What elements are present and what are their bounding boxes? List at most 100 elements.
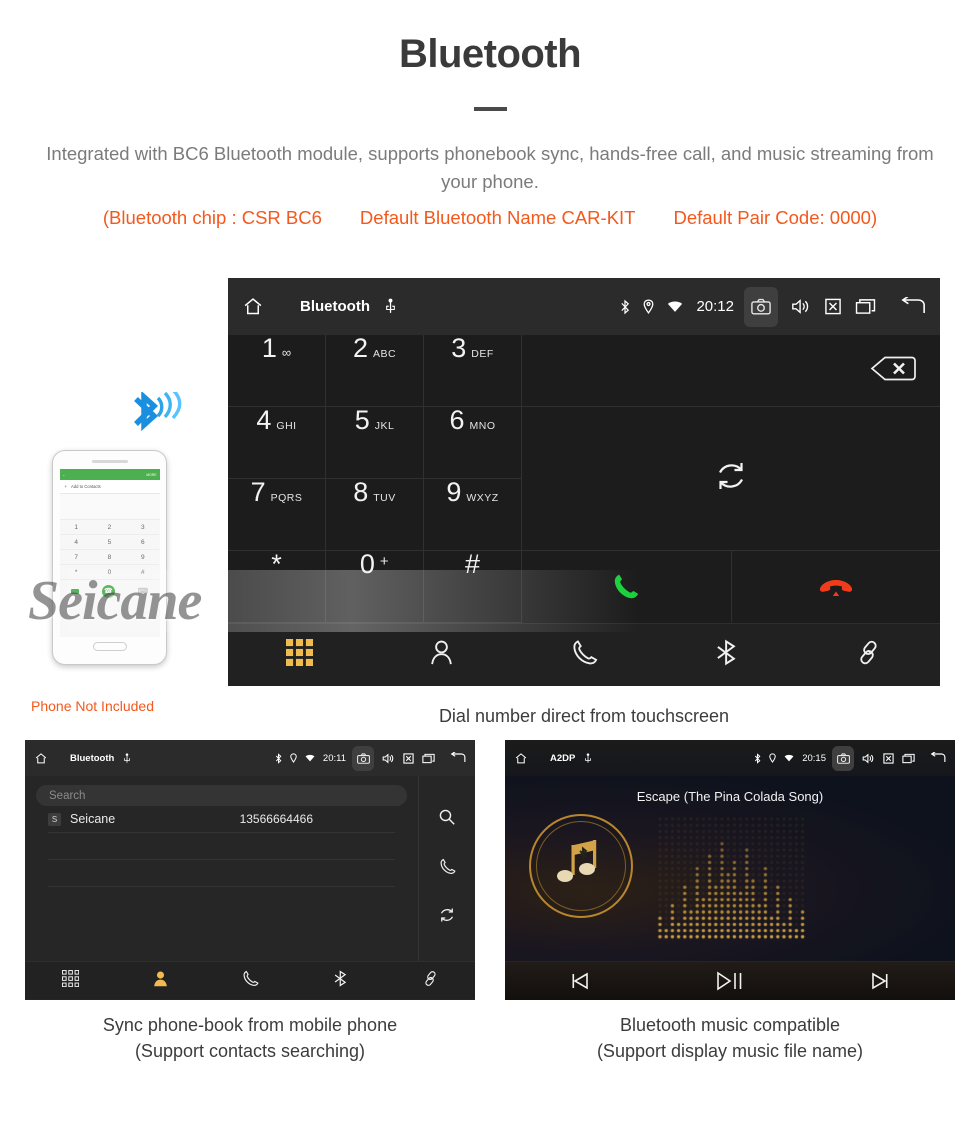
keypad-key-3[interactable]: 3 DEF bbox=[424, 335, 522, 407]
number-display-row bbox=[522, 335, 940, 407]
key-digit: 2 bbox=[352, 333, 368, 363]
back-icon[interactable] bbox=[930, 752, 946, 764]
keypad-key-6[interactable]: 6 MNO bbox=[424, 407, 522, 479]
phone-key: 9 bbox=[126, 550, 160, 565]
volume-icon[interactable] bbox=[791, 298, 811, 315]
album-art bbox=[529, 814, 633, 918]
nav-item-pair[interactable] bbox=[798, 639, 940, 671]
back-icon[interactable] bbox=[450, 752, 466, 764]
volume-icon[interactable] bbox=[862, 752, 875, 764]
nav-item-pair[interactable] bbox=[385, 970, 475, 992]
spec-paircode: Default Pair Code: 0000) bbox=[673, 207, 878, 228]
recents-icon[interactable] bbox=[902, 753, 915, 764]
usb-icon bbox=[584, 752, 592, 764]
spec-name: Default Bluetooth Name CAR-KIT bbox=[359, 207, 636, 228]
nav-item-keypad[interactable] bbox=[228, 639, 370, 671]
key-letters: ABC bbox=[372, 348, 397, 360]
keypad-key-5[interactable]: 5 JKL bbox=[326, 407, 424, 479]
keypad-key-7[interactable]: 7 PQRS bbox=[228, 479, 326, 551]
music-clock: 20:15 bbox=[802, 752, 826, 764]
phonebook-clock: 20:11 bbox=[322, 752, 346, 764]
sync-icon[interactable] bbox=[438, 906, 456, 929]
key-letters: WXYZ bbox=[466, 492, 499, 504]
keypad-key-4[interactable]: 4 GHI bbox=[228, 407, 326, 479]
recents-icon[interactable] bbox=[855, 298, 876, 315]
phone-keyboard-icon: ⌨ bbox=[137, 588, 148, 595]
keypad-key-hash[interactable]: # bbox=[424, 551, 522, 623]
nav-item-contacts[interactable] bbox=[370, 639, 512, 671]
search-icon[interactable] bbox=[438, 808, 456, 831]
list-item bbox=[48, 833, 395, 860]
keypad-icon bbox=[61, 969, 79, 992]
play-pause-icon[interactable] bbox=[655, 970, 805, 992]
nav-item-bluetooth[interactable] bbox=[295, 969, 385, 992]
nav-item-bluetooth[interactable] bbox=[655, 639, 797, 671]
sync-icon[interactable] bbox=[713, 458, 749, 499]
close-icon[interactable] bbox=[883, 752, 894, 764]
nav-item-keypad[interactable] bbox=[25, 969, 115, 992]
camera-icon[interactable] bbox=[832, 745, 854, 771]
search-input[interactable]: Search bbox=[36, 785, 407, 806]
recents-icon[interactable] bbox=[422, 753, 435, 764]
phone-add-label: Add to Contacts bbox=[70, 484, 101, 489]
phone-actions: ☎ ⌨ bbox=[60, 580, 160, 602]
phone-key: 4 bbox=[59, 535, 93, 550]
nav-item-call-log[interactable] bbox=[513, 639, 655, 671]
dialer-screen: Bluetooth 20:12 1 ∞ 2 ABC 3 DEF 4 GHI 5 … bbox=[228, 278, 940, 686]
keypad-key-1[interactable]: 1 ∞ bbox=[228, 335, 326, 407]
camera-icon[interactable] bbox=[352, 745, 374, 771]
location-icon bbox=[643, 299, 654, 314]
home-icon[interactable] bbox=[34, 752, 48, 765]
music-controls bbox=[505, 961, 955, 1000]
phonebook-body: Search S Seicane 13566664466 bbox=[25, 776, 475, 961]
key-letters: DEF bbox=[471, 348, 494, 360]
phone-key: 0 bbox=[92, 565, 127, 580]
backspace-icon[interactable] bbox=[870, 354, 916, 387]
phone-earpiece bbox=[91, 460, 128, 463]
phonebook-navbar bbox=[25, 961, 475, 999]
keypad-key-0[interactable]: 0 + bbox=[326, 551, 424, 623]
phone-add-contact-row: + Add to Contacts bbox=[59, 480, 160, 494]
bluetooth-icon bbox=[332, 969, 349, 992]
bluetooth-broadcast-icon bbox=[130, 388, 192, 457]
link-icon bbox=[422, 970, 439, 992]
key-digit: 7 bbox=[250, 477, 266, 507]
back-icon[interactable] bbox=[900, 297, 926, 316]
volume-icon[interactable] bbox=[382, 752, 395, 764]
phone-icon[interactable] bbox=[439, 858, 456, 880]
close-icon[interactable] bbox=[403, 752, 414, 764]
previous-icon[interactable] bbox=[505, 971, 655, 991]
list-item[interactable]: S Seicane 13566664466 bbox=[48, 806, 395, 833]
key-digit: 4 bbox=[256, 405, 272, 435]
link-icon bbox=[855, 639, 882, 671]
home-icon[interactable] bbox=[514, 752, 528, 765]
phone-not-included-label: Phone Not Included bbox=[31, 698, 154, 714]
location-icon bbox=[769, 753, 776, 763]
nav-item-contacts[interactable] bbox=[115, 970, 205, 992]
hangup-button[interactable] bbox=[732, 551, 941, 622]
nav-item-call-log[interactable] bbox=[205, 970, 295, 992]
keypad-key-8[interactable]: 8 TUV bbox=[326, 479, 424, 551]
keypad-key-star[interactable]: * bbox=[228, 551, 326, 623]
key-digit: 9 bbox=[446, 477, 462, 507]
avatar: S bbox=[48, 812, 61, 826]
phone-key: 5 bbox=[92, 535, 127, 550]
dialer-navbar bbox=[228, 623, 940, 686]
key-digit: 6 bbox=[449, 405, 465, 435]
keypad-key-2[interactable]: 2 ABC bbox=[326, 335, 424, 407]
call-button[interactable] bbox=[522, 551, 732, 622]
phone-more-label: MORE bbox=[146, 472, 157, 477]
close-icon[interactable] bbox=[824, 298, 842, 315]
next-icon[interactable] bbox=[805, 971, 955, 991]
page-title: Bluetooth bbox=[398, 32, 582, 76]
keypad-key-9[interactable]: 9 WXYZ bbox=[424, 479, 522, 551]
page-root: Bluetooth Integrated with BC6 Bluetooth … bbox=[0, 0, 980, 1129]
phonebook-title: Bluetooth bbox=[70, 752, 115, 764]
key-digit: # bbox=[464, 549, 481, 579]
key-digit: 8 bbox=[353, 477, 369, 507]
music-bluetooth-icon bbox=[550, 833, 612, 900]
key-letters: ∞ bbox=[281, 345, 292, 360]
music-title: A2DP bbox=[550, 752, 576, 764]
home-icon[interactable] bbox=[242, 296, 264, 317]
camera-icon[interactable] bbox=[744, 286, 778, 327]
